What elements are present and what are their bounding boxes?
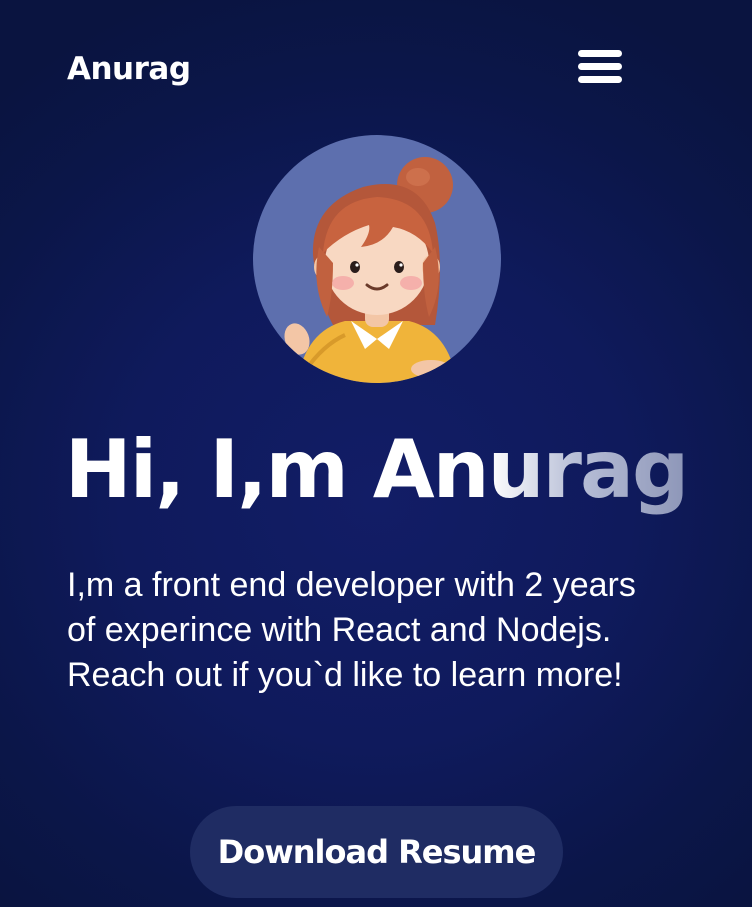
hero-title-text: Hi, I,m Anurag [64, 423, 690, 516]
avatar [253, 135, 501, 383]
brand-logo[interactable]: Anurag [67, 49, 191, 89]
navbar: Anurag [0, 0, 752, 140]
hero-title: Hi, I,m Anurag [0, 418, 752, 522]
menu-button[interactable] [574, 46, 626, 90]
download-resume-button[interactable]: Download Resume [190, 806, 563, 898]
cartoon-girl-avatar-icon [284, 157, 457, 383]
hamburger-menu-icon [578, 50, 622, 83]
bio-text: I,m a front end developer with 2 years o… [67, 566, 636, 694]
